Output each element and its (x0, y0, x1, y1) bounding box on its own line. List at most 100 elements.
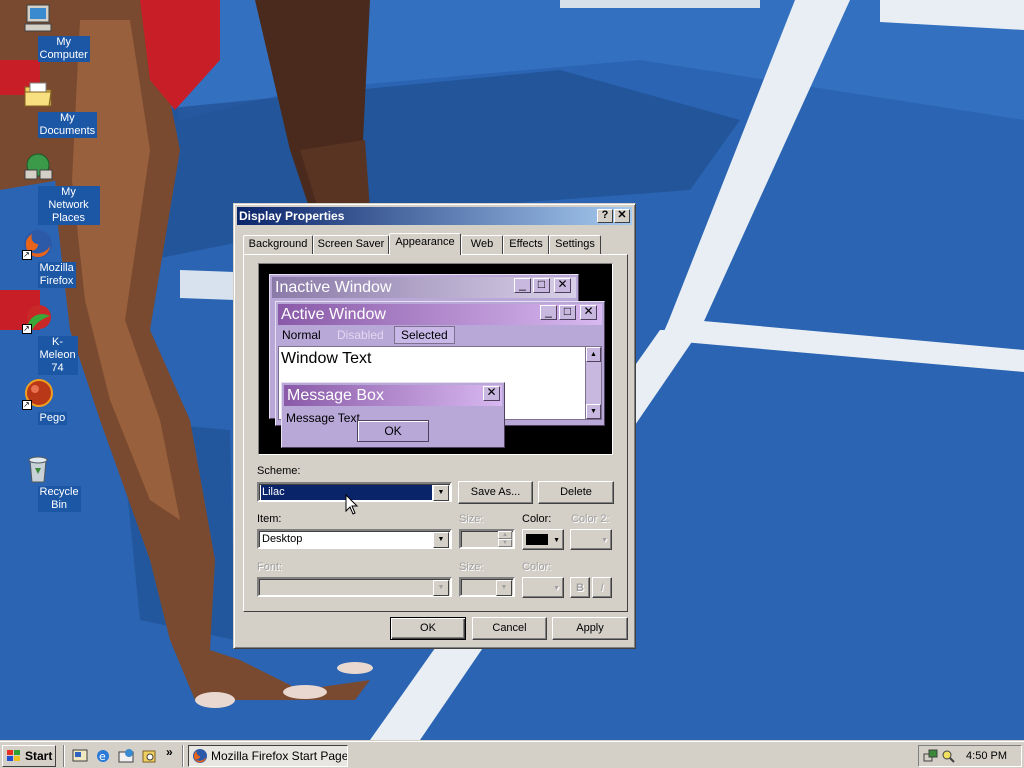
scroll-down-icon: ▼ (586, 404, 601, 419)
desktop-icon-recycle-bin[interactable]: Recycle Bin (0, 452, 81, 512)
desktop-icon-label: Mozilla Firefox (37, 262, 76, 288)
recycle-bin-icon (22, 452, 54, 484)
shortcut-arrow-icon: ↗ (21, 250, 32, 260)
start-label: Start (25, 749, 53, 763)
desktop-icon-label: K-Meleon 74 (37, 336, 78, 375)
computer-icon (22, 2, 54, 34)
dropdown-arrow-icon: ▼ (433, 580, 449, 596)
preview-ok-button: OK (357, 420, 429, 442)
shortcut-arrow-icon: ↗ (21, 400, 32, 410)
tab-settings[interactable]: Settings (549, 235, 601, 254)
preview-maximize-icon: □ (559, 305, 576, 320)
taskbar-separator (182, 745, 184, 767)
help-button[interactable]: ? (597, 209, 613, 223)
desktop-icon-mozilla-firefox[interactable]: ↗ Mozilla Firefox (0, 228, 76, 288)
dropdown-arrow-icon[interactable]: ▼ (433, 532, 449, 548)
window-title: Display Properties (239, 209, 345, 223)
font-color-label: Color: (522, 561, 552, 573)
desktop-icon-label: My Computer (37, 36, 90, 62)
windows-explorer-icon[interactable] (141, 748, 157, 764)
item-select[interactable]: Desktop ▼ (257, 529, 452, 549)
taskbar-separator (63, 745, 65, 767)
kmeleon-icon: ↗ (21, 302, 54, 334)
italic-button: I (592, 577, 612, 598)
preview-minimize-icon: _ (514, 278, 531, 293)
apply-button[interactable]: Apply (552, 617, 628, 640)
item-value: Desktop (262, 533, 303, 545)
dropdown-arrow-icon: ▼ (601, 537, 608, 544)
font-size-select: ▼ (459, 577, 515, 597)
title-bar[interactable]: Display Properties ? ✕ (237, 207, 632, 225)
internet-explorer-icon[interactable]: e (95, 748, 111, 764)
preview-menu-normal: Normal (282, 328, 321, 342)
svg-text:e: e (99, 750, 106, 763)
scheme-label: Scheme: (257, 465, 301, 477)
item-color2-button: ▼ (570, 529, 612, 550)
bold-button: B (570, 577, 590, 598)
preview-message-text: Message Text (286, 411, 360, 425)
cancel-button[interactable]: Cancel (472, 617, 547, 640)
desktop-icon-my-network-places[interactable]: My Network Places (0, 152, 100, 225)
show-desktop-icon[interactable] (72, 748, 88, 764)
dropdown-arrow-icon: ▼ (496, 580, 512, 596)
preview-maximize-icon: □ (533, 278, 550, 293)
scheme-preview[interactable]: Inactive Window _ □ ✕ Active Window _ □ … (258, 263, 613, 455)
item-label: Item: (257, 513, 282, 525)
network-tray-icon[interactable] (923, 748, 939, 764)
desktop-icon-my-documents[interactable]: My Documents (0, 78, 98, 138)
taskbar-button-firefox[interactable]: Mozilla Firefox Start Page -... (188, 745, 348, 767)
dropdown-arrow-icon: ▼ (553, 585, 560, 592)
preview-menu-disabled: Disabled (337, 328, 384, 342)
preview-minimize-icon: _ (540, 305, 557, 320)
taskbar: Start e » Mozilla Firefox Start Page -..… (0, 740, 1024, 768)
pego-icon: ↗ (21, 378, 54, 410)
tab-appearance[interactable]: Appearance (389, 233, 461, 255)
firefox-icon (193, 749, 207, 763)
item-color-button[interactable]: ▼ (522, 529, 564, 550)
preview-menu-selected: Selected (394, 326, 455, 344)
appearance-panel: Inactive Window _ □ ✕ Active Window _ □ … (243, 254, 628, 612)
desktop-icon-label: My Documents (37, 112, 98, 138)
tab-web[interactable]: Web (461, 235, 503, 254)
tab-effects[interactable]: Effects (503, 235, 549, 254)
preview-scrollbar: ▲ ▼ (585, 347, 601, 419)
dropdown-arrow-icon: ▼ (553, 537, 560, 544)
color-swatch (526, 534, 548, 545)
preview-close-icon: ✕ (554, 278, 571, 293)
task-label: Mozilla Firefox Start Page -... (211, 749, 348, 763)
desktop-icon-label: My Network Places (37, 186, 100, 225)
preview-menu-bar: Normal Disabled Selected (278, 326, 478, 344)
close-button[interactable]: ✕ (614, 209, 630, 223)
windows-logo-icon (7, 750, 20, 761)
desktop-icon-pego[interactable]: ↗ Pego (0, 378, 75, 425)
scroll-up-icon: ▲ (586, 347, 601, 362)
quick-launch-chevron-icon[interactable]: » (166, 745, 173, 759)
save-as-button[interactable]: Save As... (458, 481, 533, 504)
shortcut-arrow-icon: ↗ (21, 324, 32, 334)
desktop-icon-my-computer[interactable]: My Computer (0, 2, 90, 62)
mouse-cursor-icon (345, 494, 359, 515)
preview-message-box: Message Box ✕ Message Text OK (281, 382, 505, 448)
tab-screen-saver[interactable]: Screen Saver (313, 235, 389, 254)
firefox-icon: ↗ (21, 228, 54, 260)
item-color2-label: Color 2: (571, 513, 610, 525)
start-button[interactable]: Start (2, 745, 56, 767)
preview-close-icon: ✕ (483, 386, 500, 401)
tab-background[interactable]: Background (243, 235, 313, 254)
font-size-label: Size: (459, 561, 484, 573)
delete-button[interactable]: Delete (538, 481, 614, 504)
ok-button[interactable]: OK (390, 617, 466, 640)
item-color-label: Color: (522, 513, 552, 525)
stepper-up-icon: ▲ (498, 531, 512, 539)
clock[interactable]: 4:50 PM (966, 746, 1007, 766)
preview-window-text: Window Text (281, 350, 372, 367)
folder-icon (22, 78, 54, 110)
display-properties-window: Display Properties ? ✕ Background Screen… (233, 203, 636, 649)
outlook-express-icon[interactable] (118, 748, 134, 764)
preview-message-box-title: Message Box (284, 385, 502, 406)
desktop-icon-k-meleon[interactable]: ↗ K-Meleon 74 (0, 302, 78, 375)
search-tray-icon[interactable] (940, 748, 956, 764)
item-size-label: Size: (459, 513, 484, 525)
stepper-down-icon: ▼ (498, 539, 512, 547)
dropdown-arrow-icon[interactable]: ▼ (433, 485, 449, 501)
